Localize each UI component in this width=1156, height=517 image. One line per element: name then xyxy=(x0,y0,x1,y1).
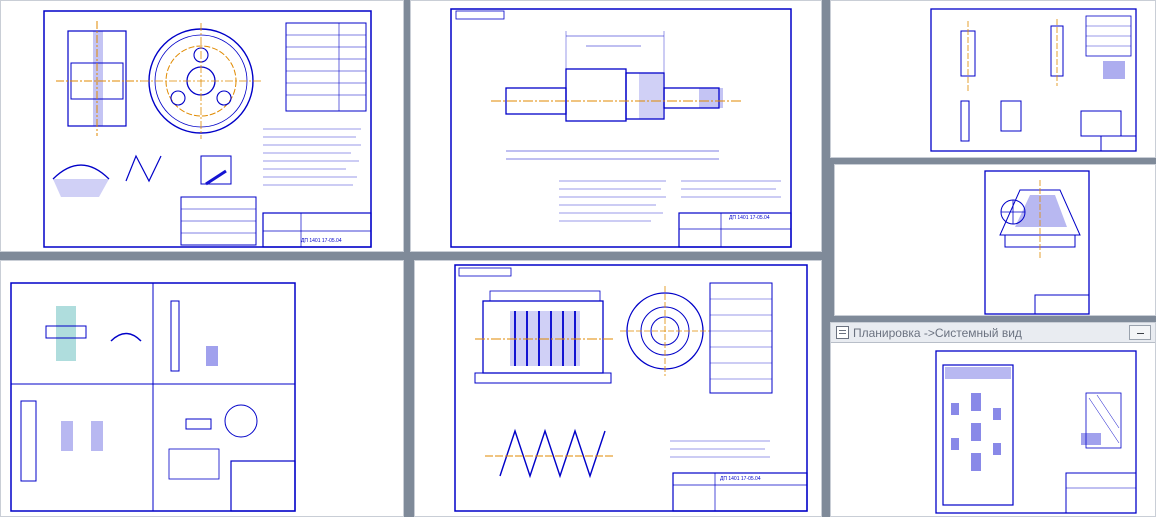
drawing-sheet-worm-wheel[interactable]: ДП 1401 17-05.04 xyxy=(0,0,404,252)
stamp-code: ДП 1401 17-05.04 xyxy=(729,215,770,221)
assembly-top-drawing xyxy=(930,8,1137,152)
drawing-sheet-assembly-section[interactable] xyxy=(834,164,1156,316)
assembly-section-drawing xyxy=(984,170,1090,315)
drawing-sheet-fixtures[interactable] xyxy=(0,260,404,517)
worm-wheel-drawing xyxy=(43,10,372,248)
stamp-code: ДП 1401 17-05.04 xyxy=(301,238,342,244)
layout-drawing xyxy=(935,350,1137,514)
drawing-sheet-shaft[interactable]: ДП 1401 17-05.04 xyxy=(410,0,822,252)
layout-window[interactable]: Планировка ->Системный вид xyxy=(830,322,1156,517)
stamp-code: ДП 1401 17-05.04 xyxy=(720,476,761,482)
drawing-sheet-assembly-top[interactable] xyxy=(830,0,1156,158)
drawing-sheet-worm[interactable]: ДП 1401 17-05.04 xyxy=(414,260,822,517)
fixtures-drawing xyxy=(10,282,296,512)
